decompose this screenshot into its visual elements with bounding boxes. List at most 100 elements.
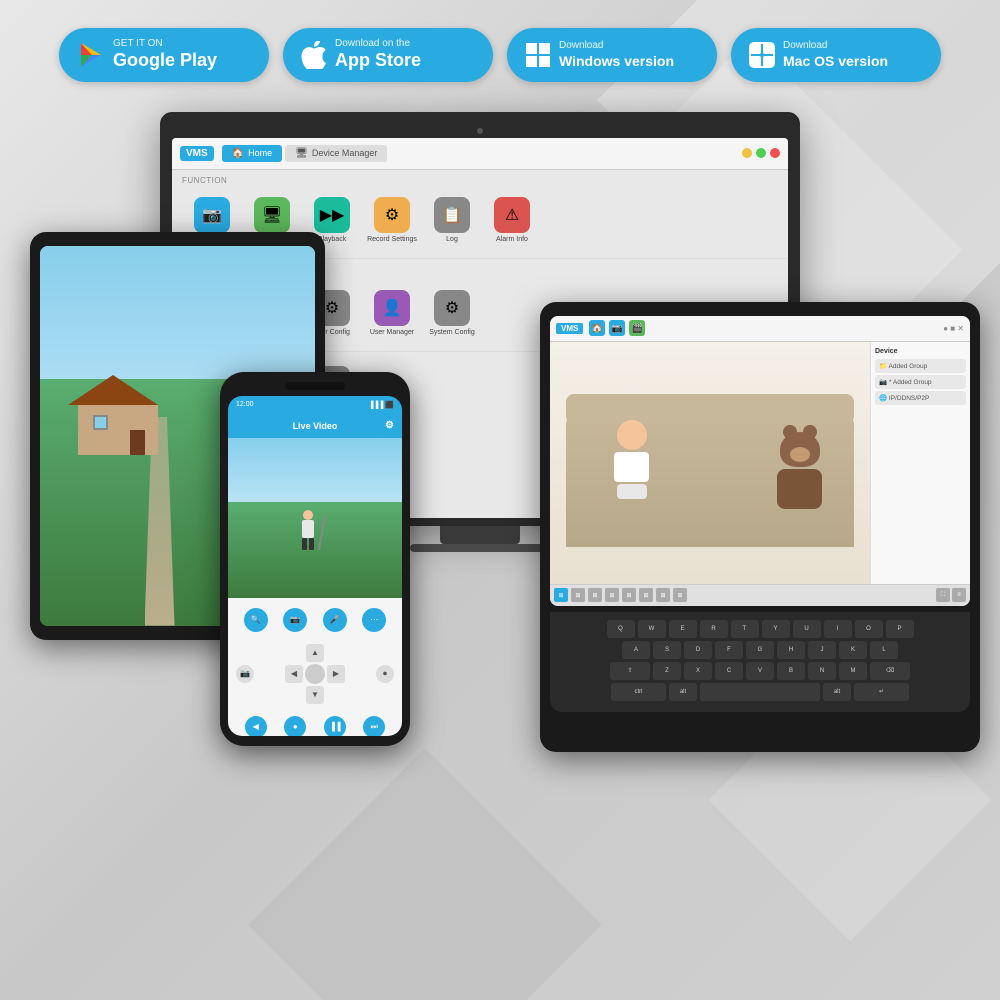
tvms-sidebar-item-3[interactable]: 🌐 IP/DDNS/P2P [875, 391, 966, 405]
phone-ctrl-more[interactable]: ⋯ [362, 608, 386, 632]
google-play-icon [77, 41, 105, 69]
tvms-tab-1[interactable]: 🏠 [589, 320, 605, 336]
phone-ctrl-zoom[interactable]: 🔍 [244, 608, 268, 632]
phone-settings-icon: ⚙ [385, 420, 394, 431]
kbd-space[interactable] [700, 683, 820, 701]
usermgr-icon: 👤 [374, 290, 410, 326]
vms-logo: VMS [180, 146, 214, 161]
kbd-backspace[interactable]: ⌫ [870, 662, 910, 680]
record-label: Record Settings [367, 236, 417, 244]
phone-controls-row1: 🔍 📷 🎤 ⋯ [236, 604, 394, 636]
kbd-r[interactable]: R [700, 620, 728, 638]
kbd-d[interactable]: D [684, 641, 712, 659]
usermgr-label: User Manager [370, 329, 414, 337]
tvms-tb-btn-3[interactable]: ⊞ [588, 588, 602, 602]
kbd-g[interactable]: G [746, 641, 774, 659]
kbd-c[interactable]: C [715, 662, 743, 680]
kbd-t[interactable]: T [731, 620, 759, 638]
kbd-row-2: A S D F G H J K L [556, 641, 964, 659]
kbd-e[interactable]: E [669, 620, 697, 638]
dpad-left[interactable]: ◀ [285, 665, 303, 683]
kbd-row-4: ctrl alt alt ↵ [556, 683, 964, 701]
vms-icon-log[interactable]: 📋 Log [422, 191, 482, 250]
alarm-label: Alarm Info [496, 236, 528, 244]
app-store-button[interactable]: Download on the App Store [283, 28, 493, 82]
tvms-tb-btn-2[interactable]: ⊞ [571, 588, 585, 602]
kbd-a[interactable]: A [622, 641, 650, 659]
dpad-down[interactable]: ▼ [306, 686, 324, 704]
tvms-sidebar-item-1[interactable]: 📁 Added Group [875, 359, 966, 373]
vms-tab-home[interactable]: 🏠 Home [222, 145, 282, 162]
macos-small-text: Download [783, 40, 888, 52]
kbd-alt[interactable]: alt [669, 683, 697, 701]
phone-btn-2[interactable]: ● [284, 716, 306, 736]
google-play-text: GET IT ON Google Play [113, 38, 217, 72]
phone-btn-1[interactable]: ◀ [245, 716, 267, 736]
kbd-q[interactable]: Q [607, 620, 635, 638]
kbd-n[interactable]: N [808, 662, 836, 680]
phone-snap-btn[interactable]: 📷 [236, 665, 254, 683]
macos-button[interactable]: Download Mac OS version [731, 28, 941, 82]
tvms-tb-btn-8[interactable]: ⊞ [673, 588, 687, 602]
google-play-button[interactable]: GET IT ON Google Play [59, 28, 269, 82]
kbd-j[interactable]: J [808, 641, 836, 659]
phone-ctrl-mic[interactable]: 🎤 [323, 608, 347, 632]
dpad-center[interactable] [305, 664, 325, 684]
kbd-v[interactable]: V [746, 662, 774, 680]
tvms-tb-btn-7[interactable]: ⊞ [656, 588, 670, 602]
tvms-tb-btn-4[interactable]: ⊞ [605, 588, 619, 602]
tablet-right-screen: VMS 🏠 📷 🎬 ● ■ ✕ [550, 316, 970, 606]
kbd-b[interactable]: B [777, 662, 805, 680]
tvms-tb-btn-6[interactable]: ⊞ [639, 588, 653, 602]
tvms-tab-2[interactable]: 📷 [609, 320, 625, 336]
dpad-up[interactable]: ▲ [306, 644, 324, 662]
tvms-tb-btn-1[interactable]: ⊞ [554, 588, 568, 602]
maximize-btn[interactable] [756, 148, 766, 158]
kbd-l[interactable]: L [870, 641, 898, 659]
phone-ctrl-cam[interactable]: 📷 [283, 608, 307, 632]
kbd-k[interactable]: K [839, 641, 867, 659]
kbd-y[interactable]: Y [762, 620, 790, 638]
kbd-x[interactable]: X [684, 662, 712, 680]
phone-btn-3[interactable]: ▐▐ [324, 716, 346, 736]
baby-head [617, 420, 647, 450]
vms-function-label: FUNCTION [172, 170, 788, 187]
kbd-u[interactable]: U [793, 620, 821, 638]
kbd-f[interactable]: F [715, 641, 743, 659]
close-btn[interactable] [770, 148, 780, 158]
kbd-z[interactable]: Z [653, 662, 681, 680]
tvms-tab-3[interactable]: 🎬 [629, 320, 645, 336]
kbd-h[interactable]: H [777, 641, 805, 659]
bear-body [777, 469, 822, 509]
kbd-i[interactable]: I [824, 620, 852, 638]
kbd-w[interactable]: W [638, 620, 666, 638]
kbd-s[interactable]: S [653, 641, 681, 659]
tvms-sidebar-item-2[interactable]: 📷 * Added Group [875, 375, 966, 389]
house-body [78, 405, 158, 455]
vms-icon-sysconfig[interactable]: ⚙ System Config [422, 284, 482, 343]
vms-tab-device[interactable]: 🖥 Device Manager [285, 145, 387, 162]
kbd-m[interactable]: M [839, 662, 867, 680]
playback-icon: ▶▶ [314, 197, 350, 233]
vms-icon-record[interactable]: ⚙ Record Settings [362, 191, 422, 250]
minimize-btn[interactable] [742, 148, 752, 158]
tvms-tb-btn-5[interactable]: ⊞ [622, 588, 636, 602]
vms-icon-usermgr[interactable]: 👤 User Manager [362, 284, 422, 343]
kbd-enter[interactable]: ↵ [854, 683, 909, 701]
phone-record-btn[interactable]: ⏺ [376, 665, 394, 683]
dpad-right[interactable]: ▶ [327, 665, 345, 683]
phone-btn-4[interactable]: ⏭ [363, 716, 385, 736]
kbd-ctrl[interactable]: ctrl [611, 683, 666, 701]
tvms-video-feed [550, 342, 870, 584]
windows-button[interactable]: Download Windows version [507, 28, 717, 82]
kbd-shift[interactable]: ⇧ [610, 662, 650, 680]
kbd-alt2[interactable]: alt [823, 683, 851, 701]
vms-icon-alarm[interactable]: ⚠ Alarm Info [482, 191, 542, 250]
tvms-tab-icons: 🏠 📷 🎬 [589, 320, 645, 336]
tvms-tb-list[interactable]: ≡ [952, 588, 966, 602]
kbd-o[interactable]: O [855, 620, 883, 638]
kbd-p[interactable]: P [886, 620, 914, 638]
tvms-tb-fullscreen[interactable]: ⛶ [936, 588, 950, 602]
golf-person [298, 510, 318, 550]
house-roof [68, 375, 158, 405]
